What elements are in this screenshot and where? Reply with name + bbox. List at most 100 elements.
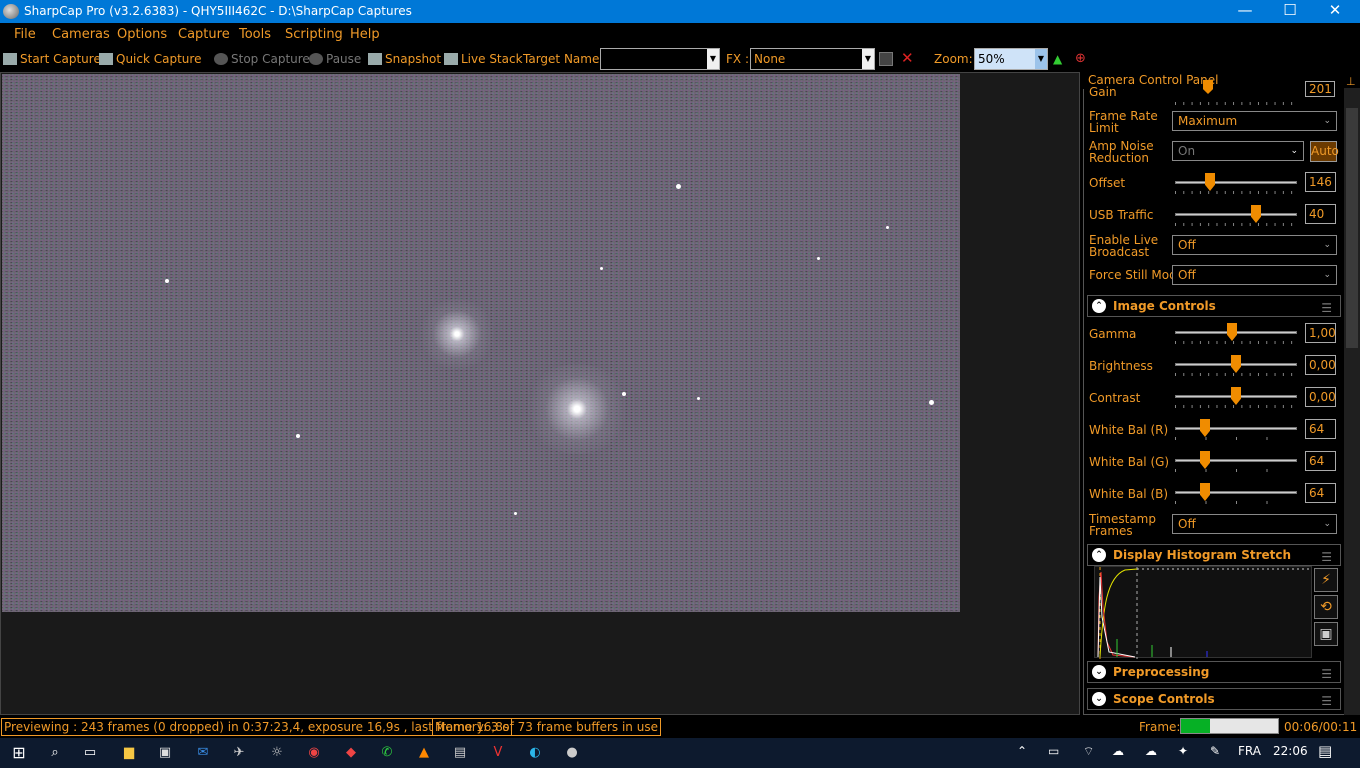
menu-icon[interactable]: ☰	[1321, 691, 1332, 711]
histogram-stretch-header[interactable]: ⌃ Display Histogram Stretch ☰	[1087, 544, 1341, 566]
pause-button[interactable]: Pause	[309, 50, 361, 68]
usb-traffic-slider[interactable]	[1175, 205, 1297, 226]
white-bal-b-slider[interactable]	[1175, 483, 1297, 504]
menu-file[interactable]: File	[14, 27, 36, 42]
reticle-icon[interactable]: ⊕	[1075, 50, 1086, 68]
close-button[interactable]: ✕	[1312, 0, 1358, 23]
scrollbar-thumb[interactable]	[1346, 108, 1358, 348]
chevron-down-icon[interactable]: ▼	[862, 49, 874, 69]
whatsapp-icon[interactable]: ✆	[378, 744, 396, 762]
notifications-icon[interactable]: ▤	[1318, 742, 1332, 760]
amp-noise-select[interactable]: On ⌄	[1172, 141, 1304, 161]
fx-clear-icon[interactable]: ✕	[901, 49, 914, 67]
frame-rate-select[interactable]: Maximum ⌄	[1172, 111, 1337, 131]
menu-icon[interactable]: ☰	[1321, 664, 1332, 684]
auto-stretch-icon[interactable]: ⚡	[1314, 568, 1338, 592]
fx-settings-icon[interactable]	[879, 52, 893, 66]
app-icon[interactable]: ▤	[451, 744, 469, 762]
clock[interactable]: 22:06	[1273, 744, 1308, 758]
contrast-slider[interactable]	[1175, 387, 1297, 408]
pin-icon[interactable]: ⊥	[1346, 75, 1356, 88]
menu-help[interactable]: Help	[350, 27, 380, 42]
white-bal-b-value[interactable]: 64	[1305, 483, 1336, 503]
image-controls-header[interactable]: ⌃ Image Controls ☰	[1087, 295, 1341, 317]
histogram-display[interactable]	[1094, 566, 1312, 659]
contrast-slider-knob[interactable]	[1231, 387, 1241, 405]
white-bal-g-slider-knob[interactable]	[1200, 451, 1210, 469]
cloud-icon[interactable]: ☁	[1112, 744, 1124, 758]
preprocessing-header[interactable]: ⌄ Preprocessing ☰	[1087, 661, 1341, 683]
gain-value[interactable]: 201	[1305, 81, 1335, 97]
chevron-down-icon[interactable]: ▼	[707, 49, 719, 69]
gamma-slider[interactable]	[1175, 323, 1297, 344]
cloud-sync-icon[interactable]: ☁	[1145, 744, 1157, 758]
force-still-select[interactable]: Off ⌄	[1172, 265, 1337, 285]
minimize-button[interactable]: —	[1222, 0, 1268, 23]
app-icon[interactable]: ✈	[230, 744, 248, 762]
white-bal-g-value[interactable]: 64	[1305, 451, 1336, 471]
brightness-slider-knob[interactable]	[1231, 355, 1241, 373]
edge-icon[interactable]: ◐	[526, 744, 544, 762]
snapshot-button[interactable]: Snapshot	[368, 50, 441, 68]
panel-scrollbar[interactable]	[1344, 88, 1360, 715]
chrome-icon[interactable]: ◉	[305, 744, 323, 762]
usb-traffic-slider-knob[interactable]	[1251, 205, 1261, 223]
quick-capture-button[interactable]: Quick Capture	[99, 50, 201, 68]
chevron-down-icon[interactable]: ▼	[1035, 49, 1047, 69]
menu-capture[interactable]: Capture	[178, 27, 230, 42]
timestamp-select[interactable]: Off ⌄	[1172, 514, 1337, 534]
usb-traffic-value[interactable]: 40	[1305, 204, 1336, 224]
gain-slider[interactable]	[1175, 80, 1297, 105]
language-indicator[interactable]: FRA	[1238, 744, 1261, 758]
offset-value[interactable]: 146	[1305, 172, 1336, 192]
gamma-value[interactable]: 1,00	[1305, 323, 1336, 343]
menu-icon[interactable]: ☰	[1321, 298, 1332, 318]
reset-icon[interactable]: ⟲	[1314, 595, 1338, 619]
app-icon[interactable]: ◆	[342, 744, 360, 762]
zoom-select[interactable]: 50% ▼	[974, 48, 1048, 70]
network-icon[interactable]: ⌔	[1083, 744, 1094, 759]
tray-icon[interactable]: ▭	[1048, 744, 1059, 758]
brightness-value[interactable]: 0,00	[1305, 355, 1336, 375]
task-view-icon[interactable]: ▭	[81, 744, 99, 762]
white-bal-g-slider[interactable]	[1175, 451, 1297, 472]
live-broadcast-select[interactable]: Off ⌄	[1172, 235, 1337, 255]
app-icon[interactable]: ☼	[268, 744, 286, 762]
brightness-slider[interactable]	[1175, 355, 1297, 376]
menu-tools[interactable]: Tools	[239, 27, 271, 42]
file-explorer-icon[interactable]: ▆	[120, 744, 138, 762]
windows-start-icon[interactable]: ⊞	[10, 744, 28, 762]
fx-select[interactable]: None ▼	[750, 48, 875, 70]
sharpcap-taskbar-icon[interactable]: ●	[563, 744, 581, 762]
maximize-button[interactable]: ☐	[1267, 0, 1313, 23]
amp-noise-auto-button[interactable]: Auto	[1310, 141, 1339, 162]
gamma-slider-knob[interactable]	[1227, 323, 1237, 341]
contrast-value[interactable]: 0,00	[1305, 387, 1336, 407]
start-capture-button[interactable]: Start Capture	[3, 50, 101, 68]
menu-scripting[interactable]: Scripting	[285, 27, 343, 42]
menu-icon[interactable]: ☰	[1321, 547, 1332, 567]
search-icon[interactable]: ⌕	[46, 744, 64, 762]
vlc-icon[interactable]: ▲	[415, 744, 433, 762]
stop-capture-button[interactable]: Stop Capture	[214, 50, 310, 68]
save-icon[interactable]: ▣	[1314, 622, 1338, 646]
scope-controls-header[interactable]: ⌄ Scope Controls ☰	[1087, 688, 1341, 710]
offset-slider-knob[interactable]	[1205, 173, 1215, 191]
menu-options[interactable]: Options	[117, 27, 167, 42]
store-icon[interactable]: ▣	[156, 744, 174, 762]
gain-slider-knob[interactable]	[1203, 80, 1213, 94]
white-bal-r-slider[interactable]	[1175, 419, 1297, 440]
pen-icon[interactable]: ✎	[1210, 744, 1220, 758]
target-name-input[interactable]: ▼	[600, 48, 720, 70]
vivaldi-icon[interactable]: V	[489, 744, 507, 762]
live-stack-button[interactable]: Live Stack	[444, 50, 523, 68]
menu-cameras[interactable]: Cameras	[52, 27, 110, 42]
chevron-up-icon[interactable]: ⌃	[1017, 744, 1027, 758]
histogram-icon[interactable]: ▲	[1053, 50, 1062, 68]
mail-icon[interactable]: ✉	[194, 744, 212, 762]
white-bal-r-value[interactable]: 64	[1305, 419, 1336, 439]
white-bal-r-slider-knob[interactable]	[1200, 419, 1210, 437]
offset-slider[interactable]	[1175, 173, 1297, 194]
white-bal-b-slider-knob[interactable]	[1200, 483, 1210, 501]
dropbox-icon[interactable]: ✦	[1178, 744, 1188, 758]
